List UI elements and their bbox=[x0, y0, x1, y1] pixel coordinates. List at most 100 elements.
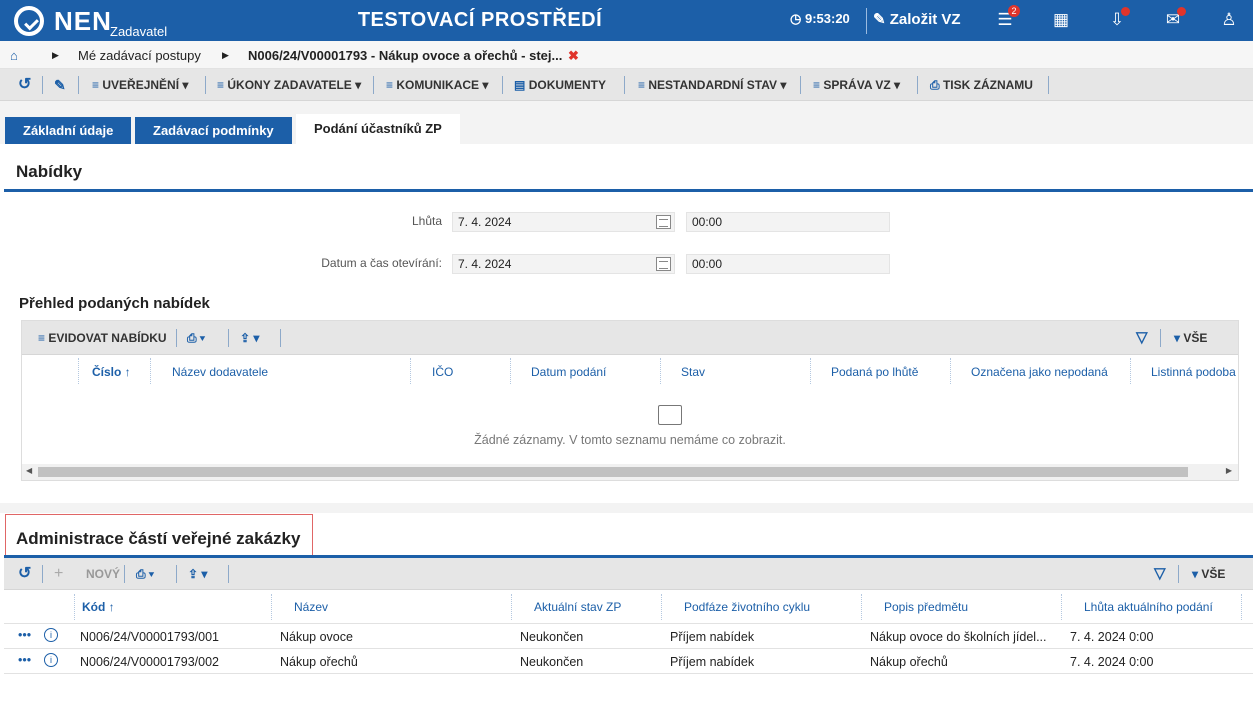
tab-conditions[interactable]: Zadávací podmínky bbox=[135, 117, 292, 144]
row-code: N006/24/V00001793/002 bbox=[80, 655, 220, 669]
col-marked-unsubmitted[interactable]: Označena jako nepodaná bbox=[971, 365, 1108, 379]
col-submitted-date[interactable]: Datum podání bbox=[531, 365, 606, 379]
deadline-label: Lhůta bbox=[411, 214, 442, 228]
toolbar-print[interactable]: ⎙ TISK ZÁZNAMU bbox=[930, 69, 1033, 101]
inbox-dot bbox=[1121, 7, 1130, 16]
toolbar-acts[interactable]: ≡ ÚKONY ZADAVATELE ▾ bbox=[217, 69, 361, 101]
col-subphase[interactable]: Podfáze životního cyklu bbox=[684, 600, 810, 614]
scroll-right-icon[interactable]: ▶ bbox=[1226, 466, 1232, 475]
session-clock[interactable]: ◷ 9:53:20 bbox=[790, 11, 850, 27]
filter-icon[interactable]: ▽ bbox=[1136, 321, 1148, 355]
col-description[interactable]: Popis předmětu bbox=[884, 600, 968, 614]
tab-submissions[interactable]: Podání účastníků ZP bbox=[296, 114, 460, 144]
opening-date-value: 7. 4. 2024 bbox=[458, 257, 512, 271]
tab-bar: Základní údaje Zadávací podmínky Podání … bbox=[0, 101, 1253, 144]
row-state: Neukončen bbox=[520, 630, 584, 644]
mail-icon[interactable]: ✉ bbox=[1158, 7, 1188, 34]
info-icon[interactable]: i bbox=[44, 628, 58, 642]
opening-date-field[interactable]: 7. 4. 2024 bbox=[452, 254, 675, 274]
tab-basic-info[interactable]: Základní údaje bbox=[5, 117, 132, 144]
toolbar-documents[interactable]: ▤ DOKUMENTY bbox=[514, 69, 606, 101]
toolbar-publish-label: UVEŘEJNĚNÍ bbox=[102, 78, 180, 92]
filter-icon[interactable]: ▽ bbox=[1154, 558, 1166, 590]
row-state: Neukončen bbox=[520, 655, 584, 669]
menu-badge: 2 bbox=[1008, 5, 1020, 17]
document-icon: ▤ bbox=[514, 78, 526, 92]
col-ico[interactable]: IČO bbox=[432, 365, 453, 379]
toolbar-publish[interactable]: ≡ UVEŘEJNĚNÍ ▾ bbox=[92, 69, 188, 101]
toolbar-nonstandard[interactable]: ≡ NESTANDARDNÍ STAV ▾ bbox=[638, 69, 786, 101]
refresh-icon[interactable]: ↺ bbox=[18, 69, 31, 101]
printer-icon: ⎙ bbox=[930, 78, 940, 92]
deadline-time-field[interactable]: 00:00 bbox=[686, 212, 890, 232]
deadline-date-value: 7. 4. 2024 bbox=[458, 215, 512, 229]
offers-overview-title: Přehled podaných nabídek bbox=[19, 295, 210, 312]
row-subphase: Příjem nabídek bbox=[670, 630, 755, 644]
inbox-icon[interactable]: ⇩ bbox=[1102, 7, 1132, 34]
row-deadline: 7. 4. 2024 0:00 bbox=[1070, 630, 1154, 644]
action-toolbar: ↺ ✎ ≡ UVEŘEJNĚNÍ ▾ ≡ ÚKONY ZADAVATELE ▾ … bbox=[0, 69, 1253, 101]
opening-time-field[interactable]: 00:00 bbox=[686, 254, 890, 274]
col-late[interactable]: Podaná po lhůtě bbox=[831, 365, 918, 379]
view-all-dropdown[interactable]: ▾ VŠE bbox=[1174, 321, 1207, 355]
opening-label: Datum a čas otevírání: bbox=[321, 256, 442, 270]
home-icon[interactable]: ⌂ bbox=[10, 48, 18, 63]
record-offer-label: EVIDOVAT NABÍDKU bbox=[48, 331, 167, 345]
row-description: Nákup ořechů bbox=[870, 655, 948, 669]
horizontal-scrollbar[interactable]: ◀ ▶ bbox=[22, 464, 1238, 480]
new-part-button[interactable]: NOVÝ bbox=[86, 558, 120, 590]
info-icon[interactable]: i bbox=[44, 653, 58, 667]
list-icon: ≡ bbox=[638, 78, 646, 92]
breadcrumb-item-current[interactable]: N006/24/V00001793 - Nákup ovoce a ořechů… bbox=[248, 48, 562, 63]
col-number[interactable]: Číslo ↑ bbox=[92, 365, 131, 379]
close-icon[interactable]: ✖ bbox=[568, 48, 579, 64]
toolbar-nonstd-label: NESTANDARDNÍ STAV bbox=[648, 78, 778, 92]
view-all-dropdown[interactable]: ▾ VŠE bbox=[1192, 558, 1225, 590]
clock-icon: ◷ bbox=[790, 11, 802, 26]
list-icon: ≡ bbox=[386, 78, 394, 92]
create-vz-label: Založit VZ bbox=[889, 11, 961, 28]
create-vz-button[interactable]: ✎ Založit VZ bbox=[866, 8, 961, 34]
row-deadline: 7. 4. 2024 0:00 bbox=[1070, 655, 1154, 669]
deadline-date-field[interactable]: 7. 4. 2024 bbox=[452, 212, 675, 232]
calendar-icon[interactable] bbox=[656, 215, 671, 229]
toolbar-acts-label: ÚKONY ZADAVATELE bbox=[227, 78, 352, 92]
row-name: Nákup ořechů bbox=[280, 655, 358, 669]
list-icon: ≡ bbox=[813, 78, 821, 92]
print-dropdown[interactable]: ⎙ ▾ bbox=[136, 558, 154, 590]
print-dropdown[interactable]: ⎙ ▾ bbox=[187, 321, 205, 355]
mail-dot bbox=[1177, 7, 1186, 16]
col-name[interactable]: Název bbox=[294, 600, 328, 614]
record-offer-button[interactable]: ≡ EVIDOVAT NABÍDKU bbox=[38, 321, 167, 355]
export-dropdown[interactable]: ⇪ ▾ bbox=[188, 558, 207, 590]
edit-icon[interactable]: ✎ bbox=[54, 69, 66, 101]
refresh-icon[interactable]: ↺ bbox=[18, 558, 31, 590]
row-subphase: Příjem nabídek bbox=[670, 655, 755, 669]
col-paper-form[interactable]: Listinná podoba bbox=[1151, 365, 1239, 379]
col-state[interactable]: Aktuální stav ZP bbox=[534, 600, 621, 614]
toolbar-docs-label: DOKUMENTY bbox=[528, 78, 607, 92]
parts-section-title: Administrace částí veřejné zakázky bbox=[16, 529, 301, 548]
edit-icon: ✎ bbox=[873, 11, 886, 28]
more-icon[interactable]: ••• bbox=[18, 628, 31, 642]
calendar-icon[interactable] bbox=[656, 257, 671, 271]
toolbar-communication[interactable]: ≡ KOMUNIKACE ▾ bbox=[386, 69, 488, 101]
menu-icon[interactable]: ☰ 2 bbox=[990, 5, 1020, 34]
list-icon: ≡ bbox=[38, 331, 46, 345]
toolbar-admin[interactable]: ≡ SPRÁVA VZ ▾ bbox=[813, 69, 900, 101]
col-code[interactable]: Kód ↑ bbox=[82, 600, 115, 614]
col-supplier[interactable]: Název dodavatele bbox=[172, 365, 268, 379]
calculator-icon[interactable]: ▦ bbox=[1046, 8, 1076, 34]
add-icon[interactable]: + bbox=[54, 558, 63, 590]
view-all-label: VŠE bbox=[1183, 331, 1208, 345]
export-dropdown[interactable]: ⇪ ▾ bbox=[240, 321, 259, 355]
scrollbar-thumb[interactable] bbox=[38, 467, 1188, 477]
col-status[interactable]: Stav bbox=[681, 365, 705, 379]
scroll-left-icon[interactable]: ◀ bbox=[26, 466, 32, 475]
more-icon[interactable]: ••• bbox=[18, 653, 31, 667]
col-deadline[interactable]: Lhůta aktuálního podání bbox=[1084, 600, 1213, 614]
breadcrumb-item-postupy[interactable]: Mé zadávací postupy bbox=[78, 48, 201, 63]
parts-grid-toolbar: ↺ + NOVÝ ⎙ ▾ ⇪ ▾ ▽ ▾ VŠE bbox=[4, 558, 1253, 590]
user-icon[interactable]: ♙ bbox=[1214, 8, 1244, 34]
clock-value: 9:53:20 bbox=[804, 11, 850, 26]
